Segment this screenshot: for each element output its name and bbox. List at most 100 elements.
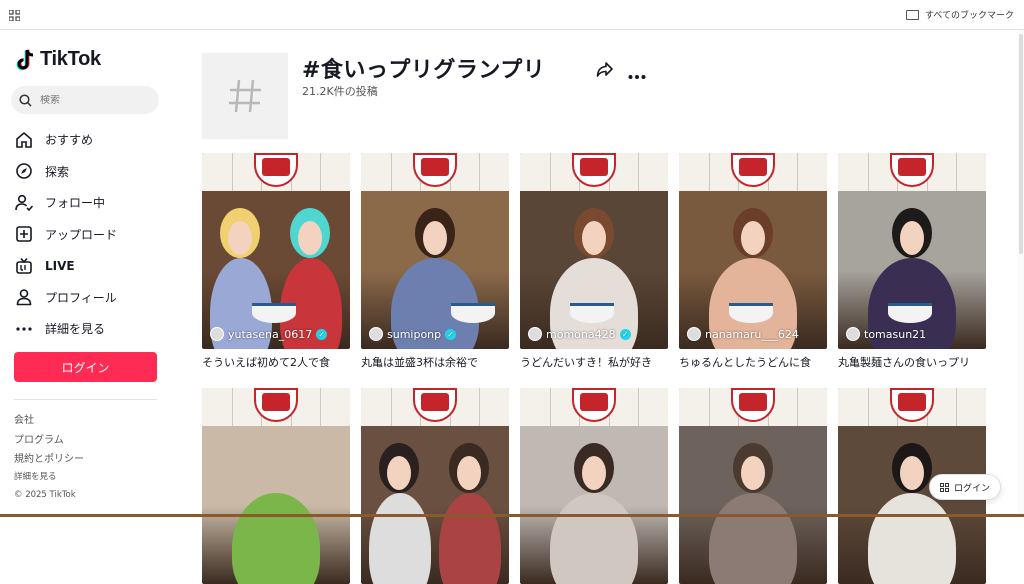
more-options-icon[interactable] — [628, 64, 646, 85]
post-count: 21.2K件の投稿 — [302, 85, 378, 98]
logo-mark — [421, 393, 449, 411]
video-thumbnail[interactable]: momona428 ✓ — [520, 153, 668, 349]
scrollbar-thumb[interactable] — [1019, 34, 1023, 254]
video-card[interactable]: sumiponp ✓ 丸亀は並盛3杯は余裕で — [361, 153, 509, 370]
person-figure — [550, 493, 638, 584]
video-thumbnail[interactable] — [679, 388, 827, 584]
nav-label: アップロード — [45, 227, 118, 242]
footer-links: 会社 プログラム 規約とポリシー 詳細を見る — [14, 411, 84, 491]
logo-mark — [898, 158, 926, 176]
share-icon[interactable] — [596, 61, 614, 77]
apps-grid-icon[interactable] — [9, 10, 20, 21]
person-face — [423, 221, 447, 255]
udon-bowl — [570, 303, 614, 323]
user-follow-icon — [15, 194, 33, 212]
video-thumbnail[interactable] — [361, 388, 509, 584]
curtain-seam — [231, 388, 233, 426]
video-thumbnail[interactable]: tomasun21 — [838, 153, 986, 349]
nav-item-upload[interactable]: アップロード — [15, 219, 117, 251]
video-thumbnail[interactable]: sumiponp ✓ — [361, 153, 509, 349]
curtain-seam — [867, 153, 869, 191]
video-card[interactable]: tomasun21 丸亀製麺さんの食いっプリ — [838, 153, 986, 370]
video-author[interactable]: sumiponp ✓ — [369, 327, 457, 341]
video-thumbnail[interactable]: nanamaru___624 — [679, 153, 827, 349]
verified-badge-icon: ✓ — [445, 328, 457, 340]
logo-mark — [898, 393, 926, 411]
video-caption[interactable]: 丸亀は並盛3杯は余裕で — [361, 354, 509, 370]
udon-bowl — [888, 303, 932, 323]
curtain-seam — [708, 153, 710, 191]
bookmarks-label: すべてのブックマーク — [924, 11, 1014, 21]
logo-text: TikTok — [40, 48, 101, 70]
video-author[interactable]: momona428 ✓ — [528, 327, 631, 341]
nav-item-explore[interactable]: 探索 — [15, 156, 117, 188]
nav-item-profile[interactable]: プロフィール — [15, 282, 117, 314]
footer-link-company[interactable]: 会社 — [14, 411, 84, 431]
video-author[interactable]: tomasun21 — [846, 327, 926, 341]
video-caption[interactable]: ちゅるんとしたうどんに食 — [679, 354, 827, 370]
person-face — [387, 456, 411, 490]
curtain-seam — [320, 388, 322, 426]
person-face — [582, 221, 606, 255]
video-thumbnail[interactable] — [520, 388, 668, 584]
video-card[interactable]: momona428 ✓ うどんだいすき！私が好き — [520, 153, 668, 370]
noren-curtain — [520, 153, 668, 191]
video-card[interactable]: nanamaru___624 ちゅるんとしたうどんに食 — [679, 153, 827, 370]
person-face — [298, 221, 322, 255]
username: momona428 — [546, 327, 616, 341]
username: yutasena_0617 — [228, 327, 313, 341]
hashtag-avatar — [202, 53, 288, 139]
person-figure — [439, 493, 501, 584]
nav-item-following[interactable]: フォロー中 — [15, 187, 117, 219]
curtain-seam — [956, 153, 958, 191]
video-card[interactable] — [202, 388, 350, 584]
video-caption[interactable]: そういえば初めて2人で食 — [202, 354, 350, 370]
video-author[interactable]: nanamaru___624 — [687, 327, 799, 341]
login-button[interactable]: ログイン — [14, 352, 157, 382]
tiktok-logo[interactable]: TikTok — [16, 48, 101, 71]
bookmarks-bar: すべてのブックマーク — [0, 0, 1024, 30]
logo-mark — [421, 158, 449, 176]
search-bar[interactable] — [11, 86, 159, 114]
copyright: © 2025 TikTok — [14, 490, 76, 500]
curtain-seam — [479, 388, 481, 426]
nav-item-more[interactable]: 詳細を見る — [15, 313, 117, 345]
curtain-seam — [231, 153, 233, 191]
noren-curtain — [679, 388, 827, 426]
video-thumbnail[interactable] — [202, 388, 350, 584]
person-face — [228, 221, 252, 255]
video-caption[interactable]: 丸亀製麺さんの食いっプリ — [838, 354, 986, 370]
curtain-seam — [549, 153, 551, 191]
nav-item-live[interactable]: LIVE — [15, 250, 117, 282]
floating-login-label: ログイン — [953, 483, 990, 494]
person-face — [457, 456, 481, 490]
search-input[interactable] — [40, 94, 140, 106]
all-bookmarks-button[interactable]: すべてのブックマーク — [905, 8, 1014, 21]
logo-mark — [262, 393, 290, 411]
nav-label: 探索 — [45, 164, 70, 179]
nav-item-recommended[interactable]: おすすめ — [15, 124, 117, 156]
noren-curtain — [520, 388, 668, 426]
video-card[interactable]: yutasena_0617 ✓ そういえば初めて2人で食 — [202, 153, 350, 370]
nav-label: LIVE — [45, 258, 75, 273]
footer-link-terms[interactable]: 規約とポリシー — [14, 450, 84, 470]
tiktok-note-icon — [16, 49, 34, 70]
video-card[interactable] — [679, 388, 827, 584]
curtain-seam — [390, 153, 392, 191]
floating-login-button[interactable]: ログイン — [929, 474, 1001, 500]
video-thumbnail[interactable]: yutasena_0617 ✓ — [202, 153, 350, 349]
video-caption[interactable]: うどんだいすき！私が好き — [520, 354, 668, 370]
nav-label: 詳細を見る — [45, 322, 106, 337]
video-card[interactable] — [520, 388, 668, 584]
curtain-seam — [638, 153, 640, 191]
footer-link-more[interactable]: 詳細を見る — [14, 470, 84, 491]
footer-link-program[interactable]: プログラム — [14, 431, 84, 451]
avatar — [528, 327, 542, 341]
noren-curtain — [679, 153, 827, 191]
udon-bowl — [729, 303, 773, 323]
video-author[interactable]: yutasena_0617 ✓ — [210, 327, 328, 341]
person-figure — [868, 493, 956, 584]
video-card[interactable] — [361, 388, 509, 584]
compass-icon — [15, 162, 33, 180]
curtain-seam — [390, 388, 392, 426]
